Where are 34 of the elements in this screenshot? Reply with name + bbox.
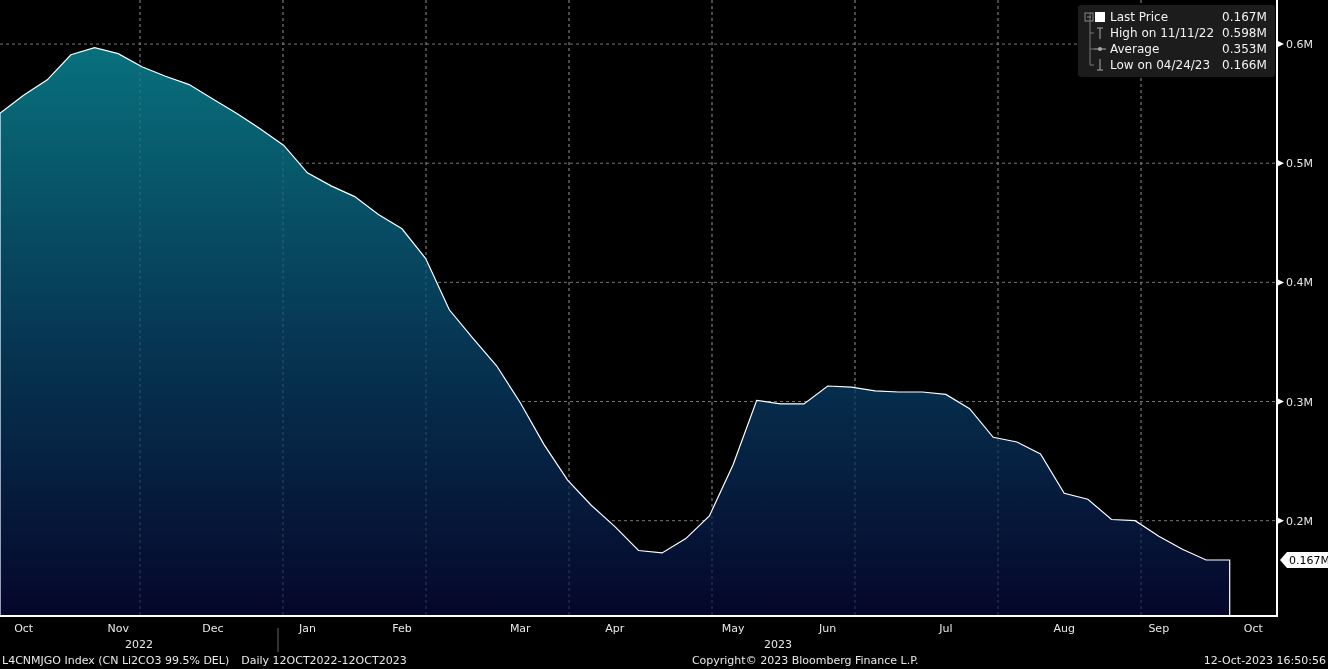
year-label: 2022	[125, 638, 153, 651]
x-axis-label: Oct	[14, 622, 34, 635]
last-price-tag: 0.167M	[1280, 552, 1328, 568]
y-axis-label: 0.5M	[1286, 157, 1313, 171]
x-axis-label: Mar	[509, 622, 531, 635]
x-axis-label: Jun	[819, 622, 837, 635]
y-axis-label: 0.2M	[1286, 514, 1313, 528]
x-axis-label: Oct	[1243, 622, 1263, 635]
year-label: 2023	[764, 638, 792, 651]
x-axis-label: Feb	[392, 622, 412, 635]
legend-label: Last Price	[1110, 9, 1170, 25]
x-axis-label: Apr	[605, 622, 625, 635]
timestamp: 12-Oct-2023 16:50:56	[1203, 654, 1326, 667]
y-axis-label: 0.6M	[1286, 38, 1313, 52]
x-axis-label: Dec	[202, 622, 224, 635]
copyright-text: Copyright© 2023 Bloomberg Finance L.P.	[691, 654, 919, 667]
legend-value: 0.353M	[1221, 41, 1267, 57]
x-axis-label: Nov	[107, 622, 129, 635]
x-axis-label: Jul	[939, 622, 953, 635]
y-axis-label: 0.4M	[1286, 276, 1313, 290]
legend-label: Low on 04/24/23	[1110, 57, 1212, 73]
ticker-description: L4CNMJGO Index (CN Li2CO3 99.5% DEL)	[2, 654, 230, 667]
date-range: Daily 12OCT2022-12OCT2023	[241, 654, 407, 667]
x-axis-label: May	[721, 622, 745, 635]
legend-label: High on 11/11/22	[1110, 25, 1215, 41]
legend-value: 0.598M	[1221, 25, 1267, 41]
x-axis-label: Sep	[1148, 622, 1170, 635]
legend-marker-icon	[1084, 9, 1106, 25]
x-axis-label: Jan	[298, 622, 316, 635]
y-axis-label: 0.3M	[1286, 395, 1313, 409]
x-axis-label: Aug	[1053, 622, 1075, 635]
legend-label: Average	[1110, 41, 1161, 57]
legend-value: 0.167M	[1221, 9, 1267, 25]
legend-value: 0.166M	[1221, 57, 1267, 73]
